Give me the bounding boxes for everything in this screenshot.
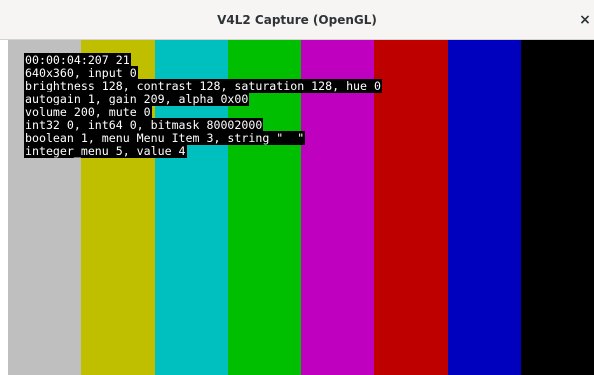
title-bar[interactable]: V4L2 Capture (OpenGL) × — [0, 0, 594, 40]
osd-integer-menu: integer_menu 5, value 4 — [24, 144, 187, 158]
color-bar-black — [520, 40, 594, 375]
osd-overlay: 00:00:04:207 21 640x360, input 0 brightn… — [24, 53, 382, 158]
window-title: V4L2 Capture (OpenGL) — [217, 13, 377, 27]
color-bar-blue — [447, 40, 522, 375]
close-button[interactable]: × — [576, 9, 594, 31]
video-display: 00:00:04:207 21 640x360, input 0 brightn… — [8, 40, 594, 375]
color-bar-red — [374, 40, 449, 375]
app-window: V4L2 Capture (OpenGL) × 00:00:04:207 21 … — [0, 0, 594, 375]
